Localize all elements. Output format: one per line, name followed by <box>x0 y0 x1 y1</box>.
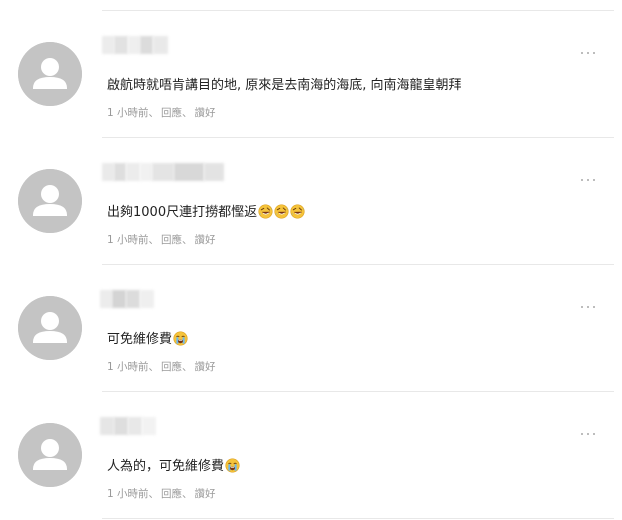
comment-meta: 1 小時前、 回應、 讚好 <box>107 232 216 247</box>
crying-face-emoji <box>173 331 188 346</box>
reply-link[interactable]: 回應 <box>161 234 182 246</box>
more-options-icon[interactable] <box>580 175 596 185</box>
timestamp: 1 小時前 <box>107 107 149 119</box>
user-avatar[interactable] <box>18 423 82 487</box>
like-link[interactable]: 讚好 <box>195 107 216 119</box>
username-redacted[interactable] <box>100 417 156 435</box>
timestamp: 1 小時前 <box>107 488 149 500</box>
separator: 、 <box>148 488 160 500</box>
separator: 、 <box>148 107 160 119</box>
more-options-icon[interactable] <box>580 48 596 58</box>
default-user-avatar-icon <box>18 42 82 106</box>
timestamp: 1 小時前 <box>107 361 149 373</box>
default-user-avatar-icon <box>18 423 82 487</box>
crying-face-emoji <box>225 458 240 473</box>
reply-link[interactable]: 回應 <box>161 488 182 500</box>
comment-text-content: 人為的，可免維修費 <box>107 459 225 474</box>
comment-meta: 1 小時前、 回應、 讚好 <box>107 105 216 120</box>
comment-text: 啟航時就唔肯講目的地, 原來是去南海的海底, 向南海龍皇朝拜 <box>107 76 462 96</box>
separator: 、 <box>148 361 160 373</box>
like-link[interactable]: 讚好 <box>195 488 216 500</box>
divider <box>102 518 614 519</box>
username-redacted[interactable] <box>100 290 154 308</box>
username-redacted[interactable] <box>102 36 168 54</box>
comment-text: 可免維修費 <box>107 330 188 350</box>
reply-link[interactable]: 回應 <box>161 107 182 119</box>
more-options-icon[interactable] <box>580 302 596 312</box>
comment-text: 人為的，可免維修費 <box>107 457 240 477</box>
username-redacted[interactable] <box>102 163 224 181</box>
user-avatar[interactable] <box>18 296 82 360</box>
separator: 、 <box>148 234 160 246</box>
like-link[interactable]: 讚好 <box>195 234 216 246</box>
default-user-avatar-icon <box>18 169 82 233</box>
reply-link[interactable]: 回應 <box>161 361 182 373</box>
comment-text-content: 啟航時就唔肯講目的地, 原來是去南海的海底, 向南海龍皇朝拜 <box>107 78 462 93</box>
rolling-laughing-emoji <box>274 204 289 219</box>
timestamp: 1 小時前 <box>107 234 149 246</box>
separator: 、 <box>182 234 193 246</box>
default-user-avatar-icon <box>18 296 82 360</box>
comment-item: 人為的，可免維修費 1 小時前、 回應、 讚好 <box>0 391 622 518</box>
comment-list: 啟航時就唔肯講目的地, 原來是去南海的海底, 向南海龍皇朝拜 1 小時前、 回應、… <box>0 0 622 520</box>
comment-text-content: 出夠1000尺連打撈都慳返 <box>107 205 258 220</box>
comment-item: 出夠1000尺連打撈都慳返 1 小時前、 回應、 讚好 <box>0 137 622 264</box>
separator: 、 <box>182 488 193 500</box>
separator: 、 <box>182 361 193 373</box>
user-avatar[interactable] <box>18 169 82 233</box>
comment-text: 出夠1000尺連打撈都慳返 <box>107 203 305 223</box>
comment-text-content: 可免維修費 <box>107 332 173 347</box>
like-link[interactable]: 讚好 <box>195 361 216 373</box>
comment-item: 可免維修費 1 小時前、 回應、 讚好 <box>0 264 622 391</box>
rolling-laughing-emoji <box>290 204 305 219</box>
separator: 、 <box>182 107 193 119</box>
comment-meta: 1 小時前、 回應、 讚好 <box>107 486 216 501</box>
rolling-laughing-emoji <box>258 204 273 219</box>
comment-item: 啟航時就唔肯講目的地, 原來是去南海的海底, 向南海龍皇朝拜 1 小時前、 回應、… <box>0 10 622 137</box>
comment-meta: 1 小時前、 回應、 讚好 <box>107 359 216 374</box>
more-options-icon[interactable] <box>580 429 596 439</box>
user-avatar[interactable] <box>18 42 82 106</box>
